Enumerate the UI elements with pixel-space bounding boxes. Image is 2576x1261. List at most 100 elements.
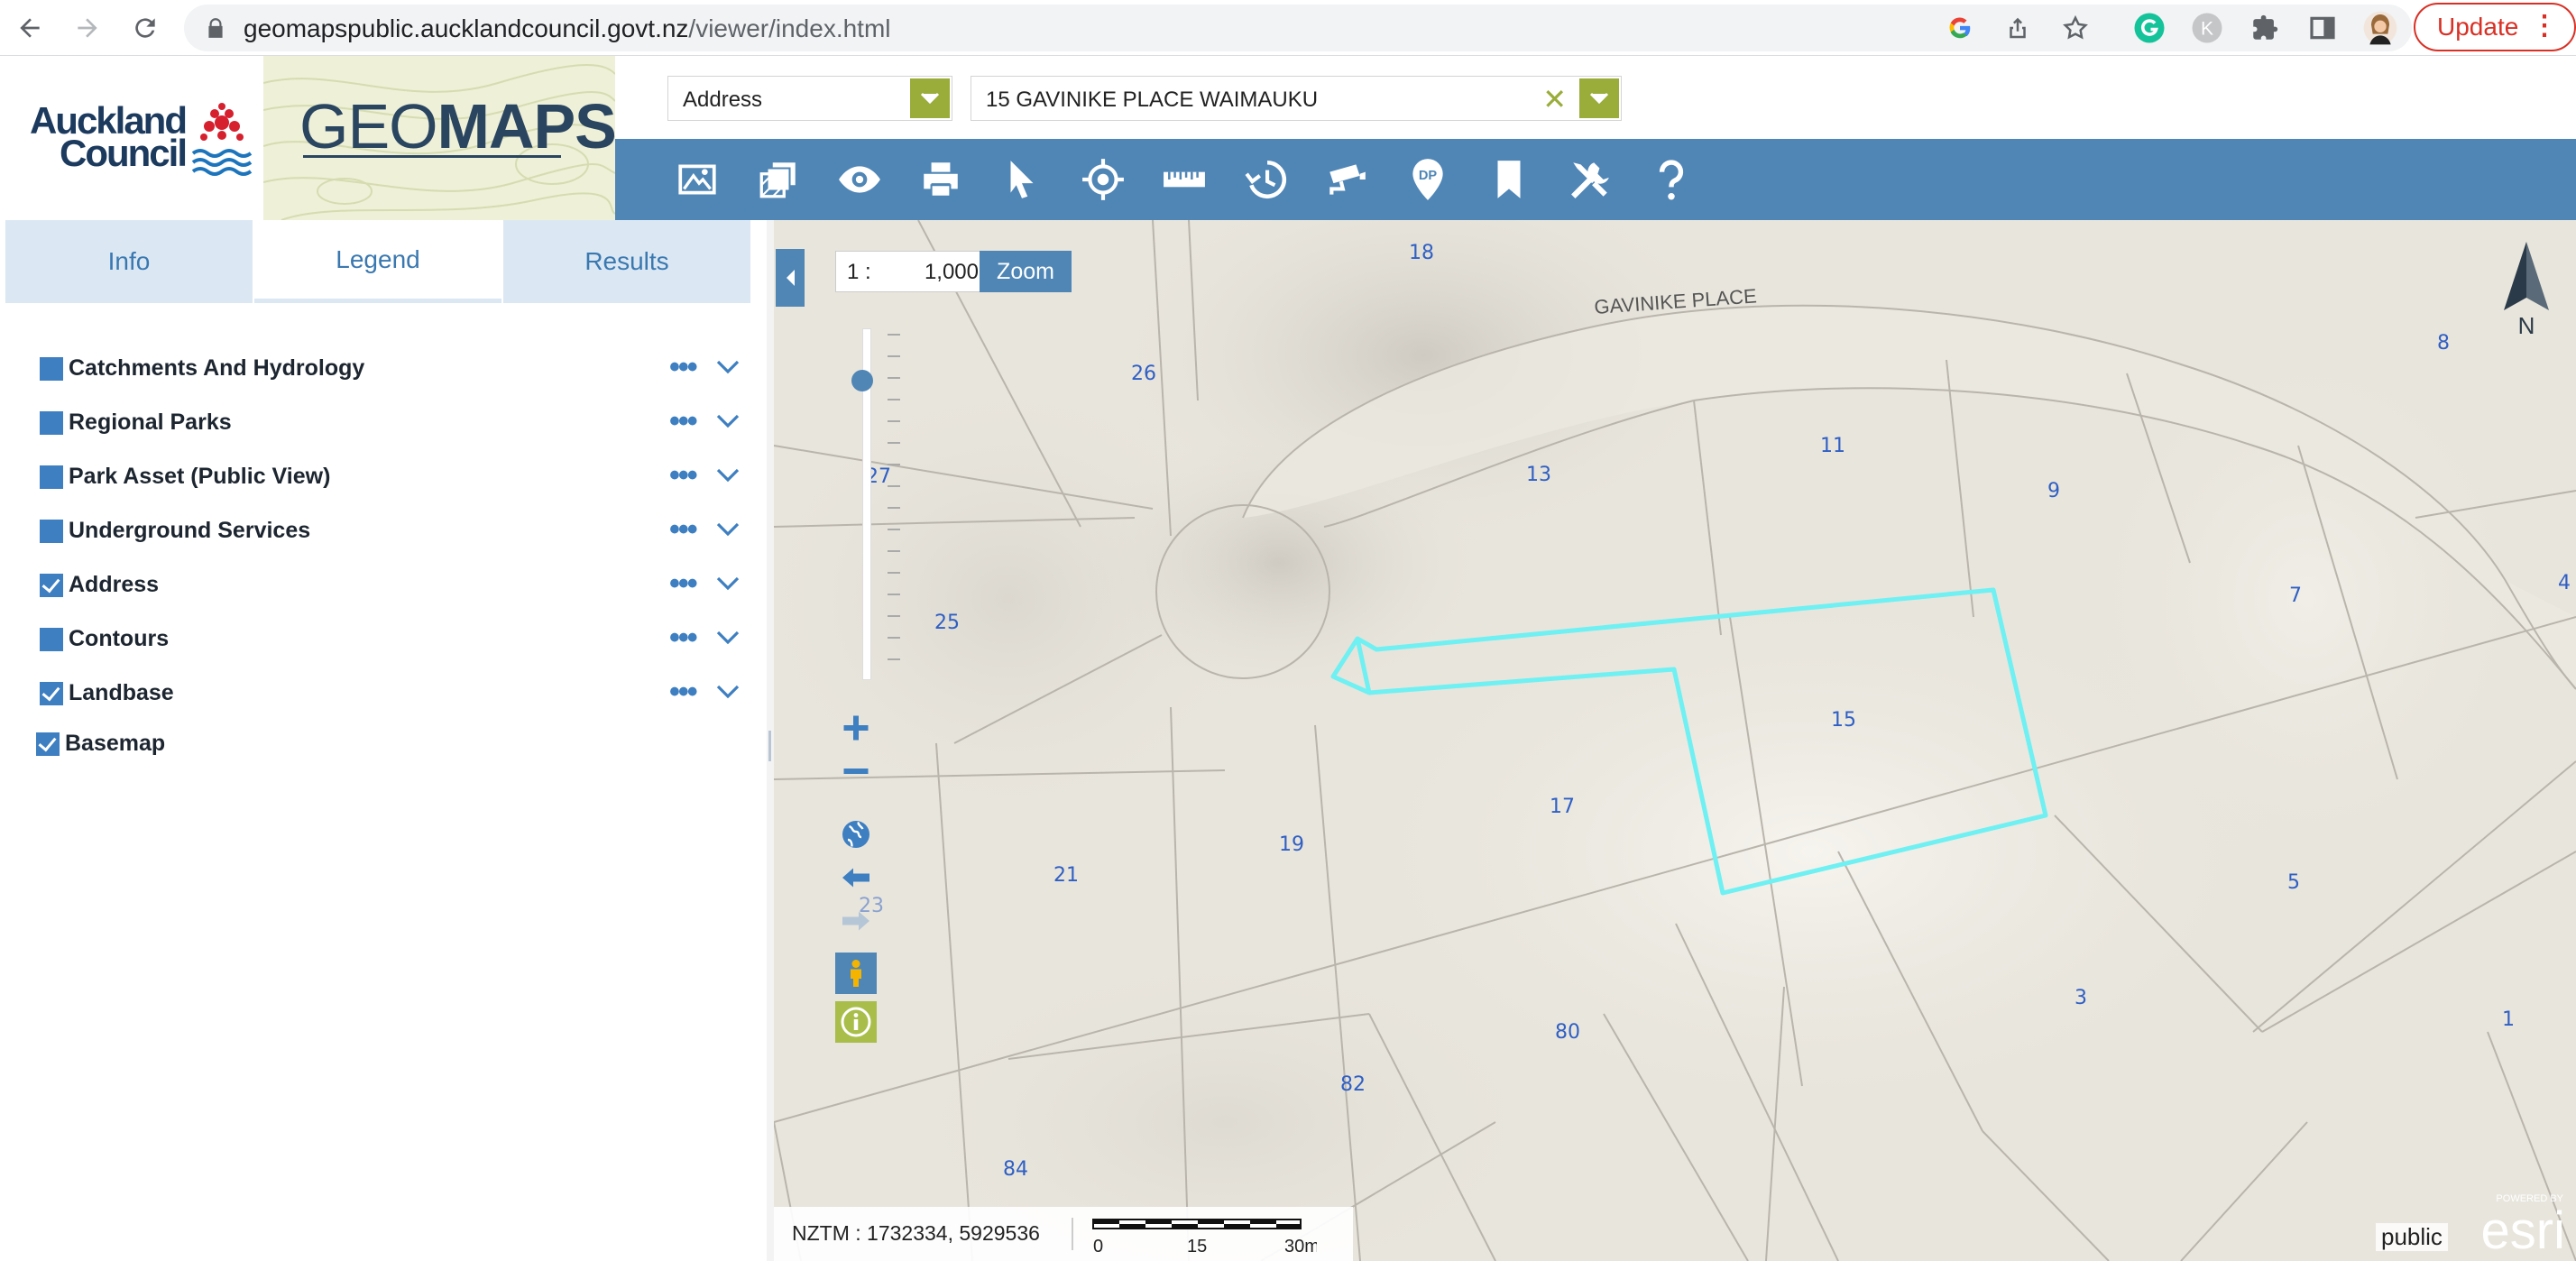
select-icon[interactable] [996,153,1048,206]
lot-number: 18 [1409,242,1434,264]
chevron-down-icon[interactable] [1579,78,1619,118]
tab-info[interactable]: Info [5,220,253,303]
sidebar-icon[interactable] [2304,9,2341,47]
profile-avatar[interactable] [2361,9,2399,47]
camera-icon[interactable] [1320,153,1373,206]
google-icon[interactable] [1945,13,1975,43]
locate-icon[interactable] [1077,153,1129,206]
map-canvas[interactable]: GAVINIKE PLACE [774,220,2576,1261]
share-icon[interactable] [2002,13,2033,43]
tab-results[interactable]: Results [503,220,750,303]
more-options-icon[interactable]: ••• [669,404,698,439]
address-search-input[interactable]: 15 GAVINIKE PLACE WAIMAUKU ✕ [971,76,1622,121]
previous-extent-button[interactable] [835,857,877,898]
chevron-down-icon[interactable] [714,626,741,649]
arrow-left-icon [842,868,869,888]
chevron-left-icon [787,270,795,286]
zoom-tick [888,399,900,400]
lot-number: 25 [934,612,960,634]
auckland-council-logo[interactable]: Auckland Council [18,101,253,182]
update-button[interactable]: Update ⋮ [2414,3,2576,51]
layer-checkbox[interactable] [40,520,63,543]
legend-item-label: Address [69,572,160,597]
bookmark-star-icon[interactable] [2060,13,2091,43]
reload-icon[interactable] [124,7,166,49]
chevron-down-icon[interactable] [714,355,741,379]
help-icon[interactable] [1645,153,1697,206]
more-options-icon[interactable]: ••• [669,350,698,385]
more-options-icon[interactable]: ••• [669,675,698,710]
zoom-tick [888,377,900,379]
menu-dots-icon[interactable]: ⋮ [2531,10,2558,41]
legend-item-address: Address ••• [38,563,741,606]
tab-legend[interactable]: Legend [254,220,501,303]
legend-item-label: Catchments And Hydrology [69,355,365,381]
more-options-icon[interactable]: ••• [669,566,698,602]
app-title: GEOMAPS [299,91,617,161]
zoom-slider-handle[interactable] [851,370,873,391]
svg-text:DP: DP [1419,169,1438,183]
zoom-tick [888,355,900,357]
zoom-out-button[interactable] [835,750,877,792]
map-view[interactable]: GAVINIKE PLACE 18 26 27 13 11 9 8 25 7 4… [774,220,2576,1261]
chevron-down-icon[interactable] [714,680,741,704]
zoom-tick [888,420,900,422]
puzzle-icon[interactable] [2246,9,2284,47]
visibility-icon[interactable] [833,153,886,206]
layers-icon[interactable] [752,153,805,206]
chevron-down-icon[interactable] [714,410,741,433]
lot-number: 11 [1820,435,1845,457]
identify-button[interactable] [835,1001,877,1043]
measure-icon[interactable] [1158,153,1210,206]
coordinates-readout: NZTM : 1732334, 5929536 [792,1221,1040,1245]
chevron-down-icon[interactable] [714,464,741,487]
layer-checkbox[interactable] [40,628,63,651]
grammarly-icon[interactable] [2130,9,2168,47]
panel-tabs: Info Legend Results [5,220,750,303]
tools-icon[interactable] [1564,153,1616,206]
zoom-tick [888,507,900,509]
svg-text:esri: esri [2481,1201,2565,1257]
history-icon[interactable] [1239,153,1292,206]
more-options-icon[interactable]: ••• [669,512,698,548]
next-extent-button[interactable] [835,900,877,942]
collapse-panel-button[interactable] [776,249,805,307]
clear-icon[interactable]: ✕ [1542,82,1567,116]
layer-checkbox-checked[interactable] [40,574,63,597]
search-type-select[interactable]: Address [667,76,952,121]
address-bar[interactable]: geomapspublic.aucklandcouncil.govt.nz/vi… [184,5,2412,51]
layer-checkbox[interactable] [40,357,63,381]
bookmark-icon[interactable] [1483,153,1535,206]
splitter-grip[interactable] [768,731,771,761]
extension-k-icon[interactable]: K [2188,9,2226,47]
layer-checkbox[interactable] [40,411,63,435]
lot-number: 17 [1550,796,1575,818]
back-icon[interactable] [9,7,51,49]
globe-icon [842,821,869,848]
layer-checkbox[interactable] [40,465,63,489]
more-options-icon[interactable]: ••• [669,621,698,656]
scale-value: 1,000 [924,260,979,284]
info-icon [841,1007,871,1037]
chevron-down-icon[interactable] [714,518,741,541]
print-icon[interactable] [915,153,967,206]
legend-item-basemap: Basemap [34,722,738,765]
plus-icon [843,715,869,741]
more-options-icon[interactable]: ••• [669,458,698,493]
dp-marker-icon[interactable]: DP [1402,153,1454,206]
scale-input[interactable]: 1 : 1,000 [835,251,985,292]
chevron-down-icon[interactable] [714,572,741,595]
layer-checkbox-checked[interactable] [40,682,63,705]
forward-icon[interactable] [67,7,108,49]
full-extent-button[interactable] [835,814,877,855]
chevron-down-icon[interactable] [910,78,950,118]
basemap-icon[interactable] [671,153,723,206]
layer-checkbox-checked[interactable] [36,732,60,756]
lot-number: 9 [2047,480,2060,502]
scalebar-tick-label: 0 [1093,1237,1103,1256]
street-view-button[interactable] [835,953,877,994]
zoom-button[interactable]: Zoom [980,251,1072,292]
lot-number: 82 [1340,1073,1366,1096]
zoom-in-button[interactable] [835,707,877,749]
zoom-tick [888,658,900,660]
